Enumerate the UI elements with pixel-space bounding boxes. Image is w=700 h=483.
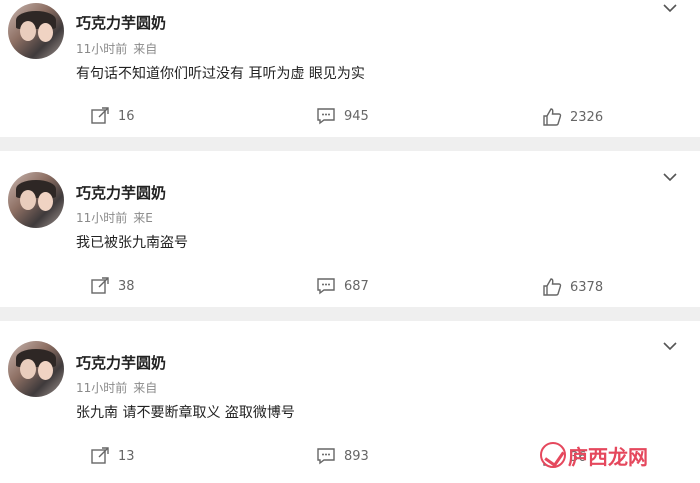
post-meta: 11小时前 来自: [76, 40, 157, 57]
comment-count: 687: [344, 278, 369, 294]
post-content: 我已被张九南盗号: [76, 235, 188, 251]
chevron-down-icon[interactable]: [662, 341, 678, 351]
comment-button[interactable]: 945: [316, 107, 369, 125]
repost-icon: [91, 447, 109, 464]
username[interactable]: 巧克力芋圆奶: [76, 352, 166, 373]
post-source: 来E: [133, 211, 153, 225]
post-time: 11小时前: [76, 381, 128, 395]
like-button[interactable]: 6378: [542, 278, 603, 296]
comment-icon: [317, 278, 335, 295]
username[interactable]: 巧克力芋圆奶: [76, 182, 166, 203]
repost-count: 38: [118, 278, 135, 294]
thumbs-up-icon: [543, 108, 562, 126]
comment-button[interactable]: 893: [316, 447, 369, 465]
repost-button[interactable]: 38: [90, 277, 135, 295]
comment-button[interactable]: 687: [316, 277, 369, 295]
post-content: 张九南 请不要断章取义 盗取微博号: [76, 405, 295, 421]
thumbs-up-icon: [543, 278, 562, 296]
post-time: 11小时前: [76, 42, 128, 56]
repost-button[interactable]: 16: [90, 107, 135, 125]
comment-count: 945: [344, 108, 369, 124]
like-count: 6378: [570, 279, 604, 295]
repost-button[interactable]: 13: [90, 447, 135, 465]
post-time: 11小时前: [76, 211, 128, 225]
chevron-down-icon[interactable]: [662, 172, 678, 182]
watermark-text: 庐西龙网: [568, 444, 648, 469]
post-meta: 11小时前 来E: [76, 209, 153, 226]
watermark-logo-icon: [540, 442, 566, 468]
comment-icon: [317, 108, 335, 125]
post-source: 来自: [133, 381, 158, 395]
comment-icon: [317, 448, 335, 465]
avatar[interactable]: [8, 341, 64, 397]
avatar[interactable]: [8, 172, 64, 228]
repost-icon: [91, 107, 109, 124]
repost-count: 16: [118, 108, 135, 124]
post-content: 有句话不知道你们听过没有 耳听为虚 眼见为实: [76, 66, 365, 82]
username[interactable]: 巧克力芋圆奶: [76, 12, 166, 33]
chevron-down-icon[interactable]: [662, 3, 678, 13]
like-count: 2326: [570, 109, 604, 125]
post-card: 巧克力芋圆奶 11小时前 来自 有句话不知道你们听过没有 耳听为虚 眼见为实 16…: [0, 0, 700, 137]
avatar[interactable]: [8, 3, 64, 59]
post-source: 来自: [133, 42, 158, 56]
watermark: 庐西龙网: [540, 440, 648, 470]
repost-icon: [91, 277, 109, 294]
post-card: 巧克力芋圆奶 11小时前 来E 我已被张九南盗号 38 687 6378: [0, 151, 700, 307]
repost-count: 13: [118, 448, 135, 464]
post-meta: 11小时前 来自: [76, 379, 157, 396]
comment-count: 893: [344, 448, 369, 464]
like-button[interactable]: 2326: [542, 108, 603, 126]
